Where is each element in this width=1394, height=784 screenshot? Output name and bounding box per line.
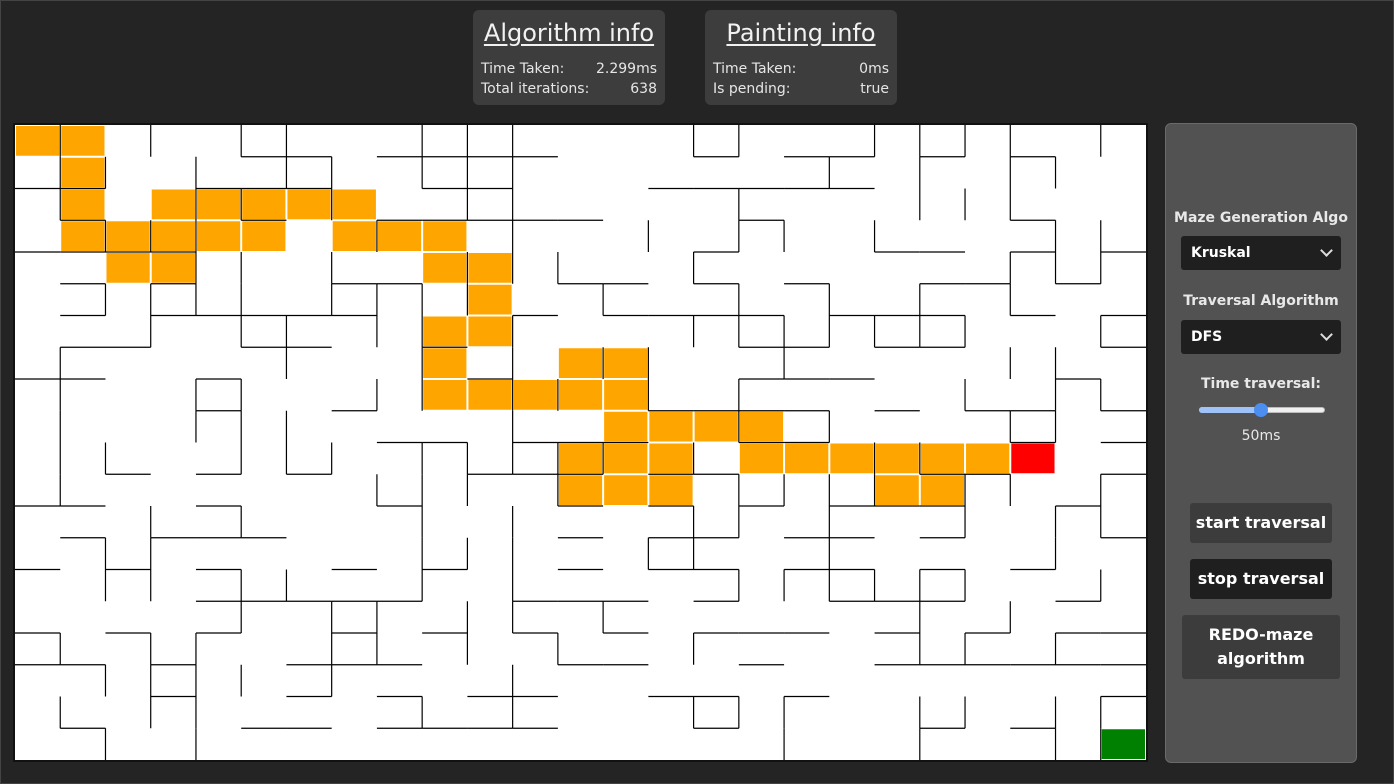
visited-cell bbox=[242, 189, 286, 220]
visited-cell bbox=[423, 221, 467, 251]
visited-cell bbox=[423, 348, 467, 378]
visited-cell bbox=[649, 475, 693, 505]
maze-walls bbox=[15, 125, 1146, 760]
maze-algo-label: Maze Generation Algo bbox=[1174, 210, 1348, 226]
visited-cell bbox=[604, 348, 648, 378]
visited-cell bbox=[287, 189, 331, 220]
visited-cell bbox=[875, 443, 919, 474]
algorithm-info-title: Algorithm info bbox=[483, 19, 655, 47]
visited-cell bbox=[604, 380, 648, 410]
visited-cell bbox=[830, 443, 874, 474]
visited-cell bbox=[468, 253, 512, 283]
maze-canvas bbox=[15, 125, 1146, 760]
goal-cell bbox=[1101, 729, 1145, 759]
slider-thumb[interactable] bbox=[1253, 403, 1268, 417]
control-panel: Maze Generation Algo Kruskal Traversal A… bbox=[1165, 123, 1357, 763]
traversal-algo-selected: DFS bbox=[1191, 329, 1223, 345]
visited-cell bbox=[332, 189, 376, 220]
visited-cell bbox=[151, 189, 195, 220]
painting-pending-value: true bbox=[860, 81, 889, 97]
traversal-algo-label: Traversal Algorithm bbox=[1183, 293, 1339, 309]
algorithm-iterations-value: 638 bbox=[630, 81, 657, 97]
chevron-down-icon bbox=[1320, 244, 1333, 257]
painting-pending-row: Is pending: true bbox=[713, 79, 889, 99]
start-traversal-button[interactable]: start traversal bbox=[1190, 503, 1332, 543]
time-traversal-value: 50ms bbox=[1241, 428, 1281, 444]
visited-cell bbox=[196, 221, 241, 251]
maze-algo-selected: Kruskal bbox=[1191, 245, 1251, 261]
visited-cell bbox=[377, 221, 422, 251]
visited-cell bbox=[649, 443, 693, 474]
chevron-down-icon bbox=[1320, 328, 1333, 341]
visited-cell bbox=[875, 475, 919, 505]
painting-info-title: Painting info bbox=[726, 19, 876, 47]
visited-cell bbox=[558, 443, 603, 474]
painting-time-value: 0ms bbox=[859, 61, 889, 77]
maze-algo-select[interactable]: Kruskal bbox=[1181, 236, 1341, 270]
time-traversal-label: Time traversal: bbox=[1200, 376, 1322, 392]
visited-cell bbox=[106, 253, 150, 283]
algorithm-info-card: Algorithm info Time Taken: 2.299ms Total… bbox=[473, 10, 665, 105]
visited-cell bbox=[739, 411, 784, 442]
visited-cell bbox=[196, 189, 241, 220]
visited-cell bbox=[61, 221, 105, 251]
maze-grid[interactable] bbox=[13, 123, 1148, 762]
visited-cell bbox=[558, 475, 603, 505]
slider-fill bbox=[1199, 407, 1261, 413]
visited-cell bbox=[468, 380, 512, 410]
algorithm-iterations-row: Total iterations: 638 bbox=[481, 79, 657, 99]
current-cell bbox=[1011, 443, 1055, 474]
visited-cell bbox=[558, 348, 603, 378]
visited-cell bbox=[332, 221, 376, 251]
redo-maze-button[interactable]: REDO-maze algorithm bbox=[1182, 615, 1340, 679]
visited-cell bbox=[423, 253, 467, 283]
visited-cell bbox=[920, 443, 965, 474]
visited-cell bbox=[16, 126, 60, 156]
visited-cell bbox=[920, 475, 965, 505]
visited-cell bbox=[468, 284, 512, 315]
time-traversal-slider[interactable] bbox=[1199, 403, 1325, 417]
visited-cell bbox=[61, 157, 105, 188]
painting-info-card: Painting info Time Taken: 0ms Is pending… bbox=[705, 10, 897, 105]
painting-time-row: Time Taken: 0ms bbox=[713, 59, 889, 79]
visited-cell bbox=[151, 253, 195, 283]
visited-cell bbox=[604, 411, 648, 442]
algorithm-time-row: Time Taken: 2.299ms bbox=[481, 59, 657, 79]
visited-cell bbox=[61, 189, 105, 220]
visited-cell bbox=[106, 221, 150, 251]
visited-cell bbox=[558, 380, 603, 410]
stop-traversal-button[interactable]: stop traversal bbox=[1190, 559, 1332, 599]
visited-cell bbox=[423, 316, 467, 347]
traversal-algo-select[interactable]: DFS bbox=[1181, 320, 1341, 354]
algorithm-time-value: 2.299ms bbox=[595, 61, 657, 77]
visited-cell bbox=[604, 475, 648, 505]
visited-cell bbox=[694, 411, 738, 442]
algorithm-time-label: Time Taken: bbox=[481, 61, 565, 77]
algorithm-iterations-label: Total iterations: bbox=[481, 81, 590, 97]
visited-cell bbox=[739, 443, 784, 474]
painting-pending-label: Is pending: bbox=[713, 81, 791, 97]
painting-time-label: Time Taken: bbox=[713, 61, 797, 77]
visited-cell bbox=[242, 221, 286, 251]
visited-cell bbox=[423, 380, 467, 410]
visited-cell bbox=[151, 221, 195, 251]
visited-cell bbox=[649, 411, 693, 442]
visited-cell bbox=[966, 443, 1010, 474]
visited-cell bbox=[513, 380, 557, 410]
visited-cell bbox=[61, 126, 105, 156]
visited-cell bbox=[468, 316, 512, 347]
visited-cell bbox=[604, 443, 648, 474]
visited-cell bbox=[785, 443, 829, 474]
